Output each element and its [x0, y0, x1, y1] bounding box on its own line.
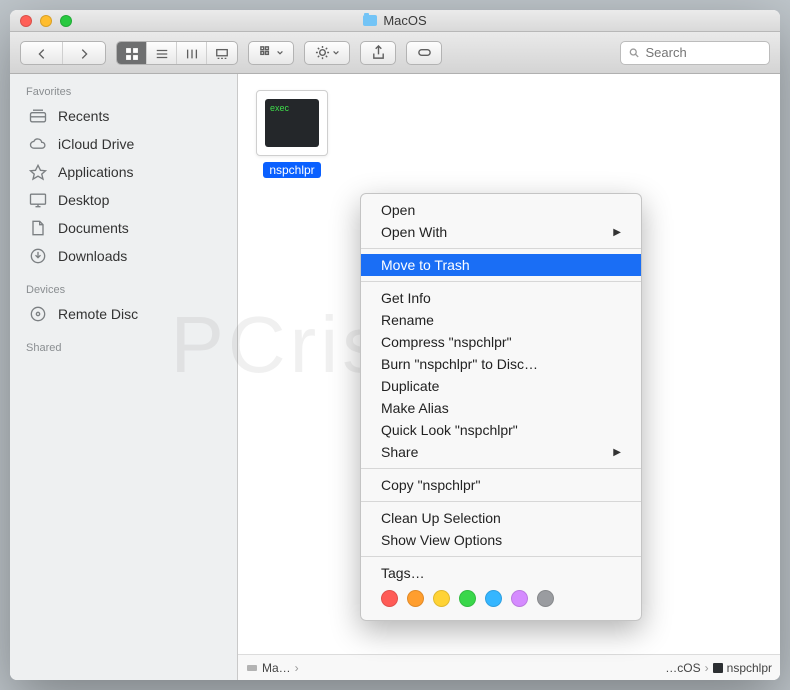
menu-item-move-to-trash[interactable]: Move to Trash — [361, 254, 641, 276]
drive-icon — [246, 662, 258, 674]
sidebar-item-icloud[interactable]: iCloud Drive — [10, 130, 237, 158]
sidebar: Favorites Recents iCloud Drive Applicati… — [10, 74, 238, 680]
list-view-button[interactable] — [147, 42, 177, 65]
path-crumb[interactable]: Ma… — [246, 661, 291, 675]
menu-item-burn[interactable]: Burn "nspchlpr" to Disc… — [361, 353, 641, 375]
sidebar-item-desktop[interactable]: Desktop — [10, 186, 237, 214]
context-menu: Open Open With▶ Move to Trash Get Info R… — [360, 193, 642, 621]
action-button[interactable] — [304, 41, 350, 65]
tag-red[interactable] — [381, 590, 398, 607]
zoom-window-button[interactable] — [60, 15, 72, 27]
sidebar-item-downloads[interactable]: Downloads — [10, 242, 237, 270]
exec-file-icon: exec — [256, 90, 328, 156]
sidebar-item-applications[interactable]: Applications — [10, 158, 237, 186]
sidebar-item-documents[interactable]: Documents — [10, 214, 237, 242]
icon-view-button[interactable] — [117, 42, 147, 65]
window-title-text: MacOS — [383, 13, 426, 28]
menu-item-share[interactable]: Share▶ — [361, 441, 641, 463]
sidebar-item-recents[interactable]: Recents — [10, 102, 237, 130]
tag-color-row — [361, 584, 641, 615]
terminal-icon: exec — [265, 99, 319, 147]
menu-item-duplicate[interactable]: Duplicate — [361, 375, 641, 397]
menu-separator — [361, 556, 641, 557]
sidebar-item-remote-disc[interactable]: Remote Disc — [10, 300, 237, 328]
path-bar[interactable]: Ma… › …cOS › nspchlpr — [238, 654, 780, 680]
path-crumb-file[interactable]: nspchlpr — [713, 661, 772, 675]
tags-button[interactable] — [406, 41, 442, 65]
minimize-window-button[interactable] — [40, 15, 52, 27]
window-controls — [20, 15, 72, 27]
window-title: MacOS — [363, 13, 426, 28]
search-icon — [629, 47, 640, 59]
sidebar-section-favorites: Favorites — [10, 80, 237, 102]
tag-purple[interactable] — [511, 590, 528, 607]
tag-orange[interactable] — [407, 590, 424, 607]
menu-item-view-options[interactable]: Show View Options — [361, 529, 641, 551]
sidebar-section-shared: Shared — [10, 336, 237, 358]
search-input[interactable] — [646, 45, 762, 60]
tag-yellow[interactable] — [433, 590, 450, 607]
close-window-button[interactable] — [20, 15, 32, 27]
menu-separator — [361, 281, 641, 282]
file-item[interactable]: exec nspchlpr — [252, 90, 332, 178]
menu-item-compress[interactable]: Compress "nspchlpr" — [361, 331, 641, 353]
menu-item-copy[interactable]: Copy "nspchlpr" — [361, 474, 641, 496]
back-button[interactable] — [21, 42, 63, 65]
tag-gray[interactable] — [537, 590, 554, 607]
sidebar-section-devices: Devices — [10, 278, 237, 300]
file-name-label[interactable]: nspchlpr — [263, 162, 320, 178]
path-crumb[interactable]: …cOS — [665, 661, 700, 675]
menu-separator — [361, 248, 641, 249]
menu-separator — [361, 501, 641, 502]
exec-mini-icon — [713, 663, 723, 673]
menu-item-open[interactable]: Open — [361, 199, 641, 221]
titlebar[interactable]: MacOS — [10, 10, 780, 32]
menu-item-rename[interactable]: Rename — [361, 309, 641, 331]
column-view-button[interactable] — [177, 42, 207, 65]
view-switcher — [116, 41, 238, 65]
tag-blue[interactable] — [485, 590, 502, 607]
tag-green[interactable] — [459, 590, 476, 607]
menu-separator — [361, 468, 641, 469]
submenu-arrow-icon: ▶ — [613, 447, 621, 458]
toolbar — [10, 32, 780, 74]
menu-item-open-with[interactable]: Open With▶ — [361, 221, 641, 243]
menu-item-tags[interactable]: Tags… — [361, 562, 641, 584]
submenu-arrow-icon: ▶ — [613, 227, 621, 238]
menu-item-make-alias[interactable]: Make Alias — [361, 397, 641, 419]
search-field[interactable] — [620, 41, 770, 65]
forward-button[interactable] — [63, 42, 105, 65]
folder-icon — [363, 15, 377, 26]
menu-item-get-info[interactable]: Get Info — [361, 287, 641, 309]
nav-buttons — [20, 41, 106, 65]
menu-item-clean-up[interactable]: Clean Up Selection — [361, 507, 641, 529]
menu-item-quick-look[interactable]: Quick Look "nspchlpr" — [361, 419, 641, 441]
finder-window: PCrisk.com MacOS — [10, 10, 780, 680]
gallery-view-button[interactable] — [207, 42, 237, 65]
share-button[interactable] — [360, 41, 396, 65]
arrange-button[interactable] — [248, 41, 294, 65]
